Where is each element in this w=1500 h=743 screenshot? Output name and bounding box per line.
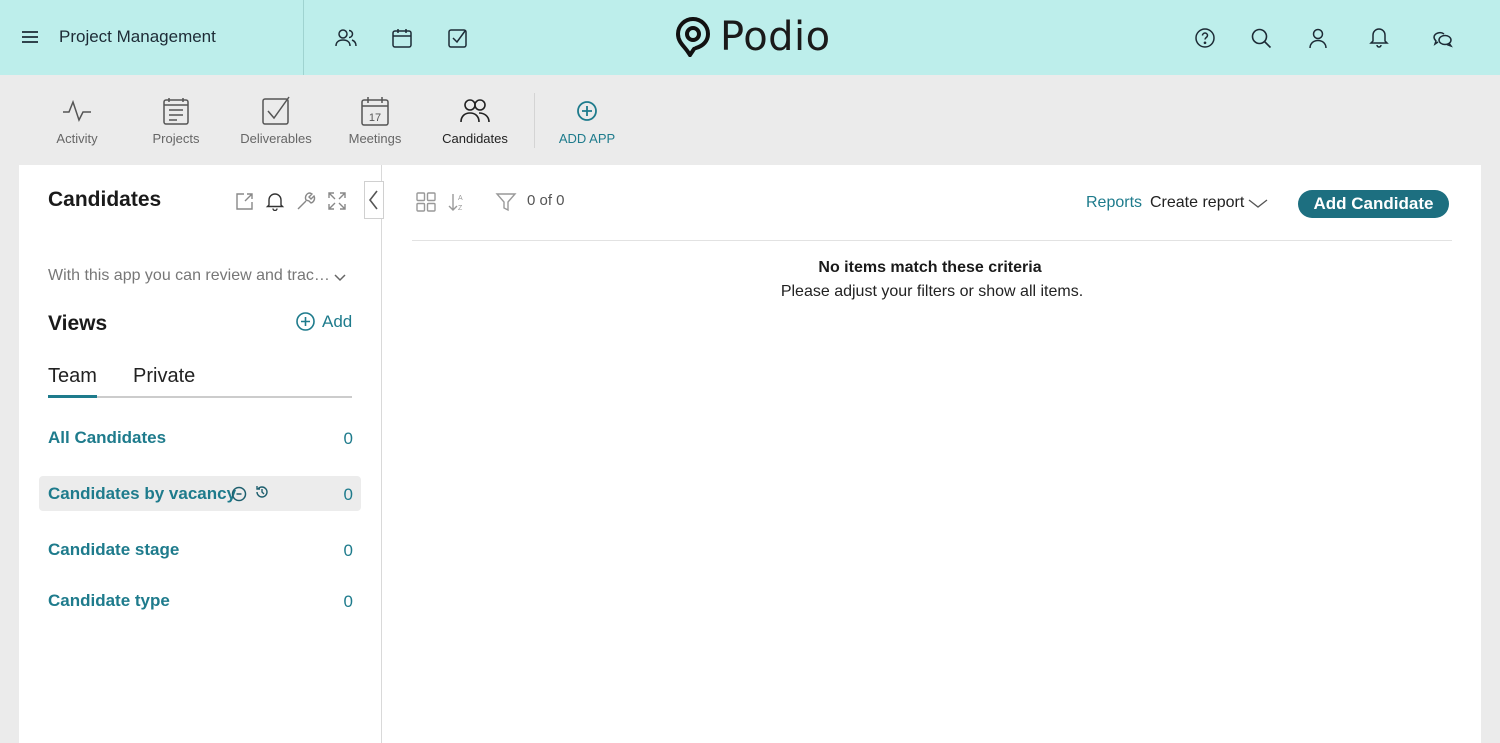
item-count: 0 of 0 xyxy=(527,192,565,209)
view-count: 0 xyxy=(343,592,353,611)
app-tab-deliverables[interactable]: Deliverables xyxy=(226,95,326,155)
view-count: 0 xyxy=(343,485,353,504)
help-icon[interactable] xyxy=(1194,27,1216,49)
sort-icon[interactable]: AZ xyxy=(446,191,468,213)
items-content: AZ 0 of 0 Reports Create report Add Cand… xyxy=(383,165,1481,743)
activity-icon xyxy=(61,95,93,127)
app-title: Candidates xyxy=(48,188,162,211)
app-bar: Activity Projects Deliverables 17 Meetin… xyxy=(0,75,1500,165)
app-tab-label: ADD APP xyxy=(558,131,616,146)
app-tab-label: Projects xyxy=(152,131,200,146)
view-item-candidate-type[interactable]: Candidate type 0 xyxy=(39,583,361,618)
filter-icon[interactable] xyxy=(495,191,517,213)
reports-link[interactable]: Reports xyxy=(1086,194,1142,212)
chat-icon[interactable] xyxy=(1431,27,1453,49)
app-tab-label: Meetings xyxy=(348,131,402,146)
contacts-icon[interactable] xyxy=(335,27,357,49)
workspace-switcher[interactable]: Project Management xyxy=(0,0,304,75)
chevron-down-icon[interactable] xyxy=(333,271,347,285)
app-tab-meetings[interactable]: 17 Meetings xyxy=(325,95,425,155)
view-count: 0 xyxy=(343,429,353,448)
history-icon[interactable] xyxy=(254,484,270,500)
app-tools xyxy=(234,191,347,211)
app-tab-label: Deliverables xyxy=(240,131,312,146)
projects-icon xyxy=(160,95,192,127)
app-tab-label: Activity xyxy=(56,131,98,146)
profile-icon[interactable] xyxy=(1307,27,1329,49)
chevron-down-icon xyxy=(1248,199,1268,208)
search-icon[interactable] xyxy=(1250,27,1272,49)
workspace-name[interactable]: Project Management xyxy=(59,27,216,47)
create-report-dropdown[interactable]: Create report xyxy=(1150,194,1268,212)
create-report-label: Create report xyxy=(1150,194,1245,211)
views-heading: Views xyxy=(48,312,108,335)
notifications-icon[interactable] xyxy=(1368,26,1390,48)
divider xyxy=(412,240,1452,241)
app-tab-activity[interactable]: Activity xyxy=(27,95,127,155)
menu-icon[interactable] xyxy=(20,27,40,47)
logo-text: Podio xyxy=(720,14,831,60)
app-description[interactable]: With this app you can review and trac… xyxy=(48,267,330,285)
calendar-icon[interactable] xyxy=(391,27,413,49)
meetings-icon-day: 17 xyxy=(369,112,381,124)
view-label: Candidates by vacancy xyxy=(48,484,237,503)
app-panel: Candidates With this app you can review … xyxy=(19,165,1481,743)
svg-text:Z: Z xyxy=(458,205,463,212)
app-tab-label: Candidates xyxy=(442,131,508,146)
views-tabs: Team Private xyxy=(48,365,352,398)
top-bar: Project Management Podio xyxy=(0,0,1500,75)
empty-state-subtitle: Please adjust your filters or show all i… xyxy=(780,283,1084,300)
podio-logo[interactable]: Podio xyxy=(676,14,831,60)
view-count: 0 xyxy=(343,541,353,560)
add-view-label: Add xyxy=(322,311,353,331)
collapse-sidebar-button[interactable] xyxy=(364,181,384,219)
app-tab-projects[interactable]: Projects xyxy=(126,95,226,155)
add-circle-icon xyxy=(296,312,315,331)
view-item-candidates-by-vacancy[interactable]: Candidates by vacancy 0 xyxy=(39,476,361,511)
expand-icon[interactable] xyxy=(327,191,347,211)
candidates-icon xyxy=(459,95,491,127)
deliverables-icon xyxy=(260,95,292,127)
sidebar: Candidates With this app you can review … xyxy=(19,165,384,743)
view-label: Candidate type xyxy=(48,591,170,610)
svg-text:A: A xyxy=(458,195,463,202)
podio-logo-mark xyxy=(676,17,710,57)
view-label: All Candidates xyxy=(48,428,167,447)
chevron-left-icon xyxy=(368,190,378,210)
wrench-icon[interactable] xyxy=(296,191,316,211)
tab-private[interactable]: Private xyxy=(133,365,195,398)
tab-team[interactable]: Team xyxy=(48,365,97,398)
share-icon[interactable] xyxy=(234,191,254,211)
add-circle-icon xyxy=(571,95,603,127)
view-item-candidate-stage[interactable]: Candidate stage 0 xyxy=(39,532,361,567)
view-item-all-candidates[interactable]: All Candidates 0 xyxy=(39,420,361,455)
add-app-button[interactable]: ADD APP xyxy=(537,95,637,155)
add-candidate-button[interactable]: Add Candidate xyxy=(1298,190,1449,218)
info-circle-icon[interactable] xyxy=(231,486,247,502)
view-label: Candidate stage xyxy=(48,540,180,559)
tasks-icon[interactable] xyxy=(447,27,469,49)
add-view-button[interactable]: Add xyxy=(295,311,352,332)
bell-icon[interactable] xyxy=(265,191,285,211)
meetings-calendar-icon: 17 xyxy=(359,95,391,127)
app-bar-divider xyxy=(534,93,535,148)
empty-state-title: No items match these criteria xyxy=(818,259,1042,276)
grid-view-icon[interactable] xyxy=(415,191,437,213)
app-tab-candidates[interactable]: Candidates xyxy=(425,95,525,155)
